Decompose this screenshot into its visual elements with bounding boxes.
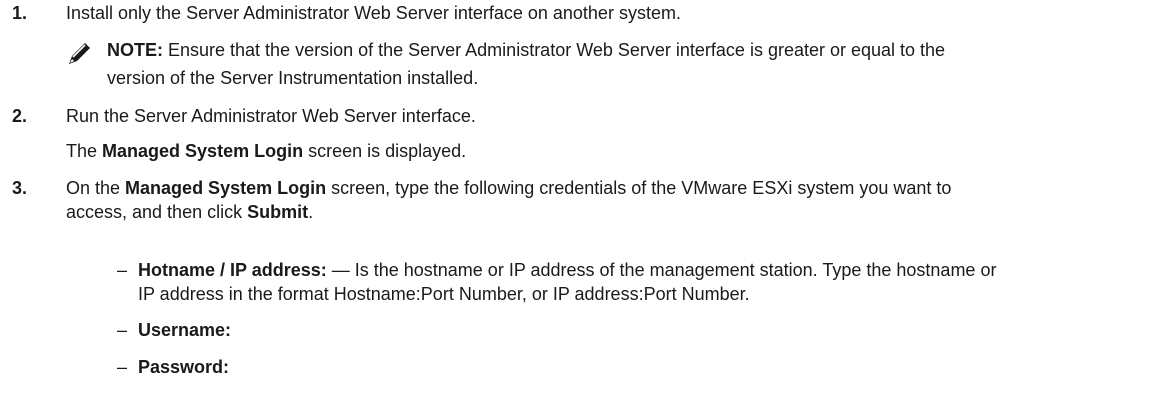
step-2-result-post: screen is displayed. bbox=[303, 141, 467, 161]
note-label: NOTE: bbox=[107, 40, 163, 60]
step-3-bold: Managed System Login bbox=[125, 178, 327, 198]
note-text-2: version of the Server Instrumentation in… bbox=[107, 68, 479, 88]
credential-hostname-line-2: IP address in the format Hostname:Port N… bbox=[138, 284, 750, 304]
step-3-line2-pre: access, and then click bbox=[66, 202, 248, 222]
step-2-result: The Managed System Login screen is displ… bbox=[66, 139, 466, 163]
step-3-line-1: On the Managed System Login screen, type… bbox=[66, 176, 951, 200]
hostname-text: — Is the hostname or IP address of the m… bbox=[326, 260, 997, 280]
step-3-line2-post: . bbox=[308, 202, 314, 222]
step-2-result-pre: The bbox=[66, 141, 103, 161]
password-label-text: Password: bbox=[138, 357, 230, 377]
username-label: Username: bbox=[138, 318, 231, 342]
list-bullet: – bbox=[117, 357, 128, 377]
step-3-line-2: access, and then click Submit. bbox=[66, 200, 313, 224]
step-3-pre: On the bbox=[66, 178, 126, 198]
step-2-text: Run the Server Administrator Web Server … bbox=[66, 106, 476, 126]
credential-hostname-line-1: Hotname / IP address: — Is the hostname … bbox=[138, 258, 996, 282]
step-3-number: 3. bbox=[12, 178, 28, 198]
hostname-label: Hotname / IP address: bbox=[138, 260, 327, 280]
submit-label: Submit bbox=[247, 202, 309, 222]
list-bullet: – bbox=[117, 260, 128, 280]
step-2-result-bold: Managed System Login bbox=[102, 141, 304, 161]
step-1-text: Install only the Server Administrator We… bbox=[66, 3, 681, 23]
list-bullet: – bbox=[117, 320, 128, 340]
step-2-number: 2. bbox=[12, 106, 28, 126]
username-label-text: Username: bbox=[138, 320, 232, 340]
step-3-mid: screen, type the following credentials o… bbox=[326, 178, 952, 198]
step-1-number: 1. bbox=[12, 3, 28, 23]
note-text-1: Ensure that the version of the Server Ad… bbox=[163, 40, 946, 60]
pencil-note-icon bbox=[69, 43, 90, 64]
password-label: Password: bbox=[138, 355, 229, 379]
note-line-1: NOTE: Ensure that the version of the Ser… bbox=[107, 38, 945, 62]
